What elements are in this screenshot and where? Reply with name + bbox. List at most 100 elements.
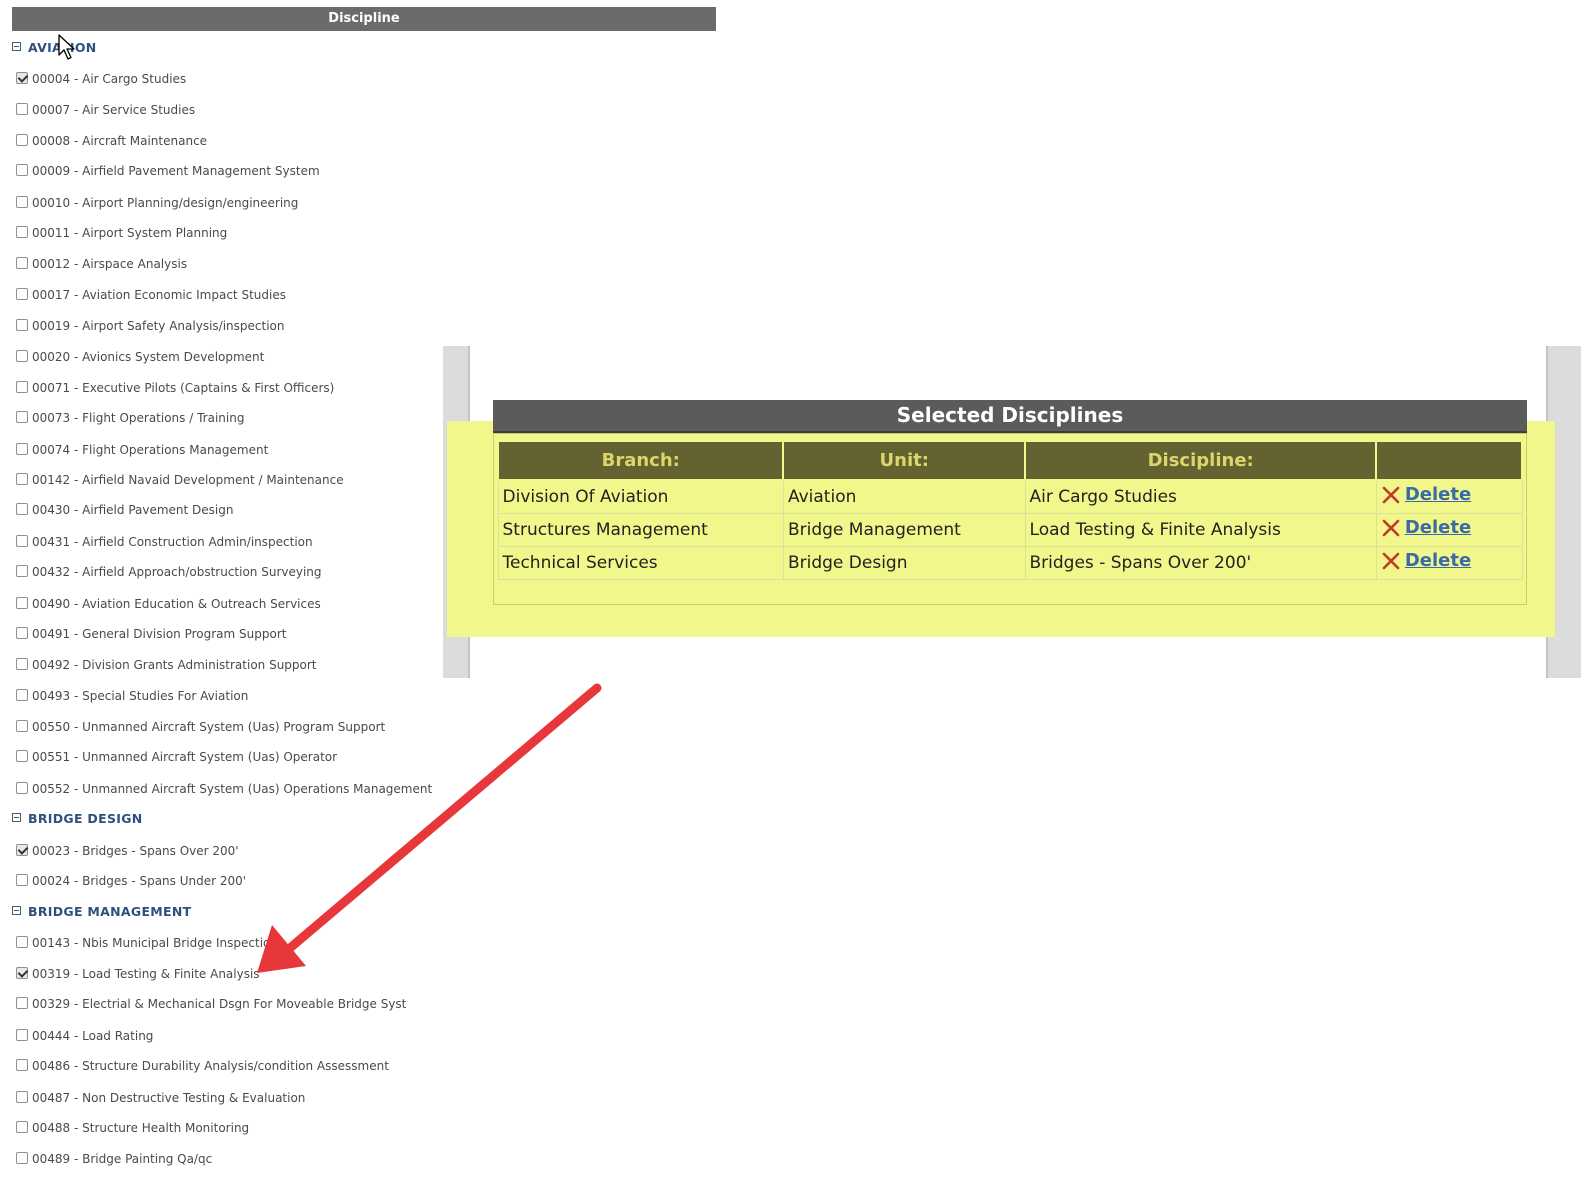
discipline-label: 00023 - Bridges - Spans Over 200'	[32, 844, 239, 858]
discipline-item[interactable]: 00142 - Airfield Navaid Development / Ma…	[16, 470, 344, 490]
discipline-item[interactable]: 00010 - Airport Planning/design/engineer…	[16, 193, 298, 213]
discipline-checkbox[interactable]	[16, 318, 28, 331]
discipline-item[interactable]: 00550 - Unmanned Aircraft System (Uas) P…	[16, 717, 385, 737]
discipline-label: 00319 - Load Testing & Finite Analysis	[32, 967, 260, 981]
discipline-checkbox[interactable]	[16, 596, 28, 609]
discipline-item[interactable]: 00488 - Structure Health Monitoring	[16, 1118, 249, 1138]
discipline-item[interactable]: 00444 - Load Rating	[16, 1026, 153, 1046]
column-header-action	[1375, 440, 1523, 481]
cell-discipline: Load Testing & Finite Analysis	[1024, 513, 1377, 547]
discipline-item[interactable]: 00020 - Avionics System Development	[16, 347, 264, 367]
collapse-toggle-icon[interactable]	[12, 42, 21, 51]
discipline-item[interactable]: 00004 - Air Cargo Studies	[16, 69, 186, 89]
discipline-checkbox[interactable]	[16, 996, 28, 1009]
delete-button[interactable]: Delete	[1381, 484, 1471, 505]
group-header-bridge-management[interactable]: BRIDGE MANAGEMENT	[12, 902, 191, 922]
group-header-bridge-design[interactable]: BRIDGE DESIGN	[12, 809, 143, 829]
discipline-checkbox[interactable]	[16, 349, 28, 362]
discipline-checkbox[interactable]	[16, 1028, 28, 1041]
discipline-item[interactable]: 00430 - Airfield Pavement Design	[16, 500, 233, 520]
discipline-checkbox[interactable]	[16, 102, 28, 115]
discipline-checkbox[interactable]	[16, 719, 28, 732]
discipline-item[interactable]: 00491 - General Division Program Support	[16, 624, 286, 644]
collapse-toggle-icon[interactable]	[12, 813, 21, 822]
discipline-item[interactable]: 00551 - Unmanned Aircraft System (Uas) O…	[16, 747, 337, 767]
discipline-checkbox[interactable]	[16, 380, 28, 393]
discipline-label: 00073 - Flight Operations / Training	[32, 411, 245, 425]
discipline-item[interactable]: 00012 - Airspace Analysis	[16, 254, 187, 274]
group-header-aviation[interactable]: AVIATION	[12, 38, 97, 58]
discipline-checkbox[interactable]	[16, 133, 28, 146]
delete-button[interactable]: Delete	[1381, 550, 1471, 571]
discipline-checkbox[interactable]	[16, 626, 28, 639]
discipline-label: 00487 - Non Destructive Testing & Evalua…	[32, 1091, 306, 1105]
group-label: BRIDGE DESIGN	[28, 811, 143, 826]
discipline-item[interactable]: 00008 - Aircraft Maintenance	[16, 131, 207, 151]
discipline-item[interactable]: 00431 - Airfield Construction Admin/insp…	[16, 532, 313, 552]
delete-label: Delete	[1404, 484, 1472, 506]
discipline-checkbox[interactable]	[16, 195, 28, 208]
discipline-label: 00552 - Unmanned Aircraft System (Uas) O…	[32, 782, 433, 796]
discipline-item[interactable]: 00319 - Load Testing & Finite Analysis	[16, 964, 260, 984]
discipline-item[interactable]: 00024 - Bridges - Spans Under 200'	[16, 871, 246, 891]
discipline-checkbox[interactable]	[16, 472, 28, 485]
discipline-label: 00430 - Airfield Pavement Design	[32, 503, 234, 517]
discipline-label: 00017 - Aviation Economic Impact Studies	[32, 288, 286, 302]
discipline-checkbox[interactable]	[16, 1120, 28, 1133]
discipline-checkbox[interactable]	[16, 534, 28, 547]
discipline-item[interactable]: 00492 - Division Grants Administration S…	[16, 655, 317, 675]
discipline-item[interactable]: 00023 - Bridges - Spans Over 200'	[16, 841, 239, 861]
discipline-label: 00431 - Airfield Construction Admin/insp…	[32, 535, 313, 549]
discipline-item[interactable]: 00071 - Executive Pilots (Captains & Fir…	[16, 378, 334, 398]
delete-button[interactable]: Delete	[1381, 517, 1471, 538]
discipline-checkbox[interactable]	[16, 71, 28, 84]
selected-disciplines-table: Branch: Unit: Discipline: Division Of Av…	[496, 440, 1523, 580]
discipline-checkbox[interactable]	[16, 966, 28, 979]
discipline-item[interactable]: 00019 - Airport Safety Analysis/inspecti…	[16, 316, 284, 336]
discipline-checkbox[interactable]	[16, 1058, 28, 1071]
discipline-item[interactable]: 00011 - Airport System Planning	[16, 223, 227, 243]
group-label: BRIDGE MANAGEMENT	[28, 904, 192, 919]
discipline-item[interactable]: 00007 - Air Service Studies	[16, 100, 195, 120]
discipline-item[interactable]: 00487 - Non Destructive Testing & Evalua…	[16, 1088, 305, 1108]
discipline-checkbox[interactable]	[16, 657, 28, 670]
discipline-checkbox[interactable]	[16, 1090, 28, 1103]
discipline-label: 00493 - Special Studies For Aviation	[32, 689, 249, 703]
discipline-checkbox[interactable]	[16, 749, 28, 762]
discipline-checkbox[interactable]	[16, 287, 28, 300]
discipline-item[interactable]: 00486 - Structure Durability Analysis/co…	[16, 1056, 389, 1076]
discipline-checkbox[interactable]	[16, 564, 28, 577]
discipline-checkbox[interactable]	[16, 1151, 28, 1164]
discipline-checkbox[interactable]	[16, 410, 28, 423]
discipline-checkbox[interactable]	[16, 688, 28, 701]
discipline-item[interactable]: 00073 - Flight Operations / Training	[16, 408, 244, 428]
mouse-cursor-icon	[58, 34, 75, 60]
cell-discipline: Bridges - Spans Over 200'	[1024, 546, 1377, 580]
discipline-item[interactable]: 00432 - Airfield Approach/obstruction Su…	[16, 562, 322, 582]
discipline-checkbox[interactable]	[16, 442, 28, 455]
discipline-label: 00008 - Aircraft Maintenance	[32, 134, 208, 148]
discipline-checkbox[interactable]	[16, 873, 28, 886]
discipline-label: 00492 - Division Grants Administration S…	[32, 658, 317, 672]
discipline-item[interactable]: 00493 - Special Studies For Aviation	[16, 686, 248, 706]
discipline-checkbox[interactable]	[16, 935, 28, 948]
discipline-item[interactable]: 00490 - Aviation Education & Outreach Se…	[16, 594, 321, 614]
discipline-label: 00329 - Electrial & Mechanical Dsgn For …	[32, 997, 407, 1011]
discipline-item[interactable]: 00329 - Electrial & Mechanical Dsgn For …	[16, 994, 406, 1014]
discipline-item[interactable]: 00074 - Flight Operations Management	[16, 440, 268, 460]
discipline-item[interactable]: 00143 - Nbis Municipal Bridge Inspection	[16, 933, 278, 953]
discipline-checkbox[interactable]	[16, 781, 28, 794]
cell-branch: Division Of Aviation	[497, 479, 784, 514]
discipline-checkbox[interactable]	[16, 843, 28, 856]
discipline-checkbox[interactable]	[16, 225, 28, 238]
discipline-item[interactable]: 00017 - Aviation Economic Impact Studies	[16, 285, 286, 305]
discipline-label: 00024 - Bridges - Spans Under 200'	[32, 874, 247, 888]
discipline-checkbox[interactable]	[16, 256, 28, 269]
discipline-item[interactable]: 00489 - Bridge Painting Qa/qc	[16, 1149, 212, 1169]
discipline-checkbox[interactable]	[16, 502, 28, 515]
discipline-item[interactable]: 00552 - Unmanned Aircraft System (Uas) O…	[16, 779, 432, 799]
cell-unit: Bridge Management	[782, 513, 1026, 547]
discipline-item[interactable]: 00009 - Airfield Pavement Management Sys…	[16, 161, 320, 181]
collapse-toggle-icon[interactable]	[12, 906, 21, 915]
discipline-checkbox[interactable]	[16, 163, 28, 176]
